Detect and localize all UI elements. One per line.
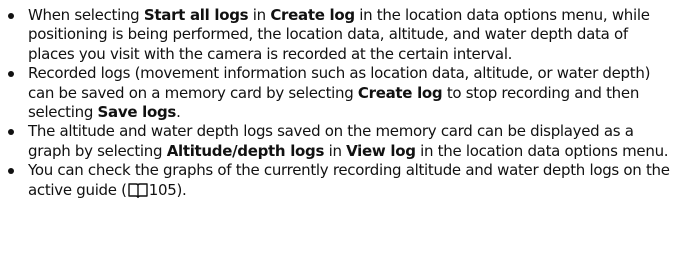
text-run: in [248,6,271,24]
bullet-dot-icon [8,13,14,19]
bullet-list: When selecting Start all logs in Create … [0,6,676,200]
bold-term: Altitude/depth logs [166,141,325,160]
bullet-item: The altitude and water depth logs saved … [0,122,676,161]
book-reference-icon [128,182,148,198]
bullet-dot-icon [8,129,14,136]
text-run: in [324,141,347,160]
text-run: You can check the graphs of the currentl… [28,161,670,199]
text-run: 105). [148,180,187,199]
bold-term: Create log [357,83,443,102]
document-body: When selecting Start all logs in Create … [0,0,686,200]
bullet-item: You can check the graphs of the currentl… [0,161,676,200]
bullet-dot-icon [8,168,14,175]
text-run: When selecting [28,6,144,24]
bullet-item: Recorded logs (movement information such… [0,64,676,122]
bold-term: Start all logs [143,6,249,24]
bullet-item: When selecting Start all logs in Create … [0,6,676,64]
bold-term: View log [346,141,416,160]
bullet-dot-icon [8,71,14,78]
bold-term: Create log [270,6,355,24]
text-run: . [176,103,181,122]
text-run: in the location data options menu. [415,141,669,160]
bold-term: Save logs [97,103,177,122]
